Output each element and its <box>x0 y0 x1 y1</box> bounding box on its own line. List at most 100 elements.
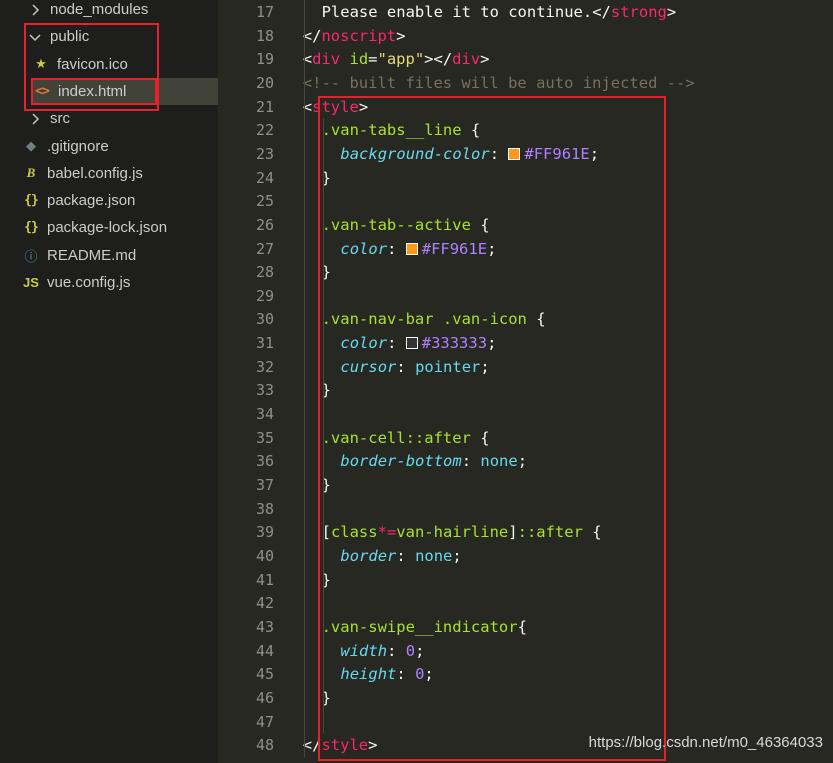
line-number: 22 <box>255 121 274 140</box>
code-token: : <box>461 452 481 471</box>
html-file-icon: <> <box>35 83 50 99</box>
line-number: 29 <box>255 286 274 305</box>
code-token: > <box>358 97 369 116</box>
code-token: </ <box>592 3 611 21</box>
code-token: { <box>461 121 481 140</box>
code-token: { <box>470 428 490 447</box>
code-token: style <box>312 97 359 116</box>
code-line[interactable]: .van-tabs__line { <box>322 118 481 142</box>
code-token: 0 <box>405 641 416 660</box>
color-swatch[interactable] <box>405 242 418 255</box>
code-token: { <box>582 523 602 542</box>
code-token: > <box>368 736 378 755</box>
tree-folder-public[interactable]: public <box>0 23 218 50</box>
code-line[interactable]: .van-swipe__indicator{ <box>322 615 527 639</box>
code-line[interactable]: cursor: pointer; <box>340 355 489 379</box>
line-number: 17 <box>255 3 274 21</box>
code-token: { <box>470 215 490 234</box>
line-number: 32 <box>255 357 274 376</box>
code-area[interactable]: Please enable it to continue.</strong> </… <box>284 0 833 763</box>
code-token: color <box>340 239 388 258</box>
code-token: : <box>387 239 406 258</box>
watermark-url: https://blog.csdn.net/m0_46364033 <box>588 734 823 751</box>
code-line[interactable]: width: 0; <box>340 639 424 663</box>
tree-item-label: src <box>50 110 70 128</box>
code-token: : <box>387 334 406 353</box>
code-token: noscript <box>321 26 397 45</box>
code-line[interactable]: .van-cell::after { <box>322 426 490 450</box>
tree-file-readme[interactable]: ⓘ README.md <box>0 242 218 269</box>
code-token: ; <box>424 665 434 684</box>
code-token: div <box>312 50 341 69</box>
tree-file-vue-config[interactable]: JS vue.config.js <box>0 269 218 296</box>
code-token: ; <box>517 452 528 471</box>
line-number: 40 <box>255 546 274 565</box>
line-number: 45 <box>255 665 274 684</box>
code-line[interactable]: .van-nav-bar .van-icon { <box>322 307 546 331</box>
code-token: id <box>349 50 369 69</box>
line-number: 37 <box>255 476 274 494</box>
color-swatch[interactable] <box>405 337 418 350</box>
line-number: 42 <box>255 594 274 613</box>
tree-item-label: vue.config.js <box>47 274 131 291</box>
code-line[interactable]: [class*=van-hairline]::after { <box>322 520 602 544</box>
line-number: 47 <box>255 712 274 731</box>
code-line[interactable]: border: none; <box>340 544 461 568</box>
tree-item-label: node_modules <box>50 1 149 18</box>
info-file-icon: ⓘ <box>24 248 38 264</box>
code-token: : <box>396 665 416 684</box>
code-token: ; <box>452 546 462 565</box>
code-token: #FF961E <box>524 144 590 163</box>
color-swatch[interactable] <box>508 147 521 160</box>
tree-file-favicon[interactable]: ★ favicon.ico <box>0 51 218 78</box>
tree-file-babel-config[interactable]: Bbabel.config.js <box>0 160 218 187</box>
tree-file-package-lock[interactable]: {} package-lock.json <box>0 214 218 241</box>
line-number: 36 <box>255 452 274 471</box>
code-token: ] <box>508 523 518 542</box>
code-token: 0 <box>415 665 425 684</box>
code-line[interactable]: <div id="app"></div> <box>303 47 490 71</box>
line-number: 33 <box>255 381 274 400</box>
code-line[interactable]: <!-- built files will be auto injected -… <box>303 71 695 95</box>
code-token: .van-nav-bar .van-icon <box>321 310 527 329</box>
tree-folder-node-modules[interactable]: node_modules <box>0 0 218 23</box>
chevron-right-icon <box>28 110 42 128</box>
code-token: strong <box>610 3 667 21</box>
code-token: = <box>368 50 378 69</box>
code-token: class <box>330 523 378 542</box>
tree-folder-src[interactable]: src <box>0 105 218 132</box>
line-number-gutter: 17 18 19 20 21 22 23 24 25 26 27 28 29 30 31 32 33 34 35 36… <box>218 0 274 763</box>
tree-file-package-json[interactable]: {} package.json <box>0 187 218 214</box>
code-line[interactable]: Please enable it to continue.</strong> <box>322 0 677 24</box>
tree-file-gitignore[interactable]: ◆ .gitignore <box>0 133 218 160</box>
line-number: 21 <box>255 97 274 116</box>
tree-file-index-html[interactable]: <> index.html <box>33 77 218 105</box>
code-editor[interactable]: 17 18 19 20 21 22 23 24 25 26 27 28 29 30 31 32 33 34 35 36… <box>218 0 833 763</box>
code-line[interactable]: </style> <box>303 733 378 757</box>
line-number: 38 <box>255 499 274 518</box>
chevron-right-icon <box>28 1 42 19</box>
code-token: ; <box>480 357 490 376</box>
tree-item-label: package-lock.json <box>47 219 168 237</box>
code-token: > <box>480 50 490 69</box>
line-number: 46 <box>255 688 274 707</box>
code-token: ; <box>487 239 497 258</box>
code-line[interactable]: height: 0; <box>340 662 433 686</box>
code-line[interactable]: .van-tab--active { <box>322 213 490 237</box>
code-line[interactable]: color: #FF961E; <box>340 237 496 261</box>
code-token: </ <box>302 26 322 45</box>
code-token: div <box>452 50 481 69</box>
json-file-icon: {} <box>24 220 39 236</box>
code-line[interactable]: color: #333333; <box>340 331 496 355</box>
code-line[interactable]: <style> <box>303 95 368 119</box>
code-token: .van-swipe__indicator <box>321 617 518 636</box>
code-token: : <box>396 357 416 376</box>
code-line[interactable]: </noscript> <box>303 24 406 48</box>
chevron-down-icon <box>28 28 42 46</box>
code-line[interactable]: border-bottom: none; <box>340 449 527 473</box>
code-token: </ <box>302 736 322 755</box>
code-line[interactable]: background-color: #FF961E; <box>340 142 599 166</box>
code-token: "app" <box>377 50 425 69</box>
code-token: ; <box>589 144 600 163</box>
line-number: 43 <box>255 617 274 636</box>
